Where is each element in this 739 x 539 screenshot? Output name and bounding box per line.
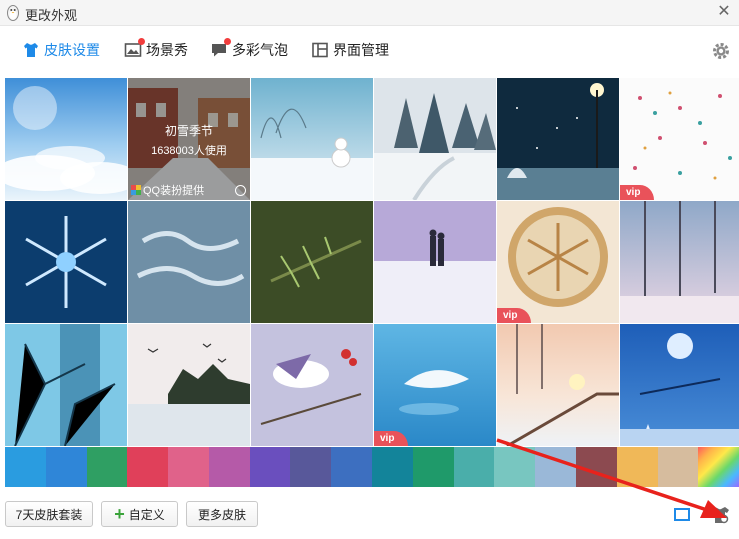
skin-user-count: 1638003人使用 [151, 145, 227, 157]
notification-dot [138, 38, 145, 45]
shirt-settings-icon[interactable] [709, 505, 731, 525]
tab-bar: 皮肤设置 场景秀 多彩气泡 界面管理 [0, 27, 739, 73]
color-swatch[interactable] [535, 447, 576, 487]
skin-name: 初雪季节 [164, 124, 213, 138]
plus-icon: + [114, 504, 125, 524]
color-swatch[interactable] [372, 447, 413, 487]
skin-tile-latte-snowflake[interactable]: vip [497, 201, 619, 323]
skin-tile-snowflake-pattern[interactable]: vip [620, 78, 739, 200]
seven-day-skin-button[interactable]: 7天皮肤套装 [5, 501, 93, 527]
skin-tile-snowy-pines[interactable] [374, 78, 496, 200]
tab-interface-management[interactable]: 界面管理 [311, 39, 389, 61]
shirt-icon [24, 43, 38, 57]
skin-tile-street-snow[interactable]: 初雪季节 1638003人使用 QQ装扮提供 [128, 78, 250, 200]
colorful-logo-icon [131, 185, 141, 195]
tab-colorful-bubbles[interactable]: 多彩气泡 [210, 38, 288, 61]
skin-tile-ice-snowflake[interactable] [5, 201, 127, 323]
skin-tile-snowy-bridge-sunset[interactable] [497, 324, 619, 446]
tab-label: 多彩气泡 [232, 42, 288, 58]
color-swatch[interactable] [208, 447, 250, 487]
color-swatch[interactable] [86, 447, 128, 487]
color-swatch[interactable] [616, 447, 658, 487]
color-swatch[interactable] [412, 447, 454, 487]
window-title: 更改外观 [25, 8, 78, 23]
tab-skin-settings[interactable]: 皮肤设置 [22, 39, 100, 61]
skin-tile-bird-on-branch[interactable] [251, 324, 373, 446]
skin-tile-merry-christmas-frost[interactable] [128, 201, 250, 323]
title-bar: 更改外观 ✕ [0, 0, 739, 26]
color-swatch[interactable] [494, 447, 536, 487]
color-swatch[interactable] [331, 447, 373, 487]
skin-tile-frozen-branches[interactable] [5, 324, 127, 446]
qq-penguin-icon [7, 5, 19, 21]
skin-tile-winter-trees-pink[interactable] [620, 201, 739, 323]
chat-bubble-icon [210, 38, 231, 59]
refresh-icon[interactable] [235, 185, 246, 196]
tab-scene-show[interactable]: 场景秀 [124, 38, 188, 61]
skin-tile-snowman[interactable] [251, 78, 373, 200]
skin-tile-night-snow-lamp[interactable] [497, 78, 619, 200]
color-swatch[interactable] [168, 447, 209, 487]
color-swatch[interactable] [290, 447, 332, 487]
custom-button[interactable]: + 自定义 [101, 501, 178, 527]
picture-icon [124, 38, 145, 59]
skin-tile-sky-clouds[interactable] [5, 78, 127, 200]
close-button[interactable]: ✕ [715, 3, 733, 21]
skin-tile-birds-lake[interactable] [128, 324, 250, 446]
bottom-bar: 7天皮肤套装 + 自定义 更多皮肤 [0, 490, 739, 539]
skin-provider: QQ装扮提供 [131, 182, 204, 198]
color-swatch[interactable] [698, 447, 739, 487]
skin-tile-feather-water[interactable]: vip [374, 324, 496, 446]
skin-grid: 初雪季节 1638003人使用 QQ装扮提供 vip vip vip [5, 78, 739, 447]
color-swatch[interactable] [249, 447, 291, 487]
color-swatch[interactable] [453, 447, 495, 487]
skin-tile-pine-branch[interactable] [251, 201, 373, 323]
tab-label: 场景秀 [146, 42, 188, 58]
window-icon[interactable] [674, 508, 690, 521]
tab-label: 皮肤设置 [44, 42, 100, 58]
notification-dot [224, 38, 231, 45]
more-skins-button[interactable]: 更多皮肤 [186, 501, 258, 527]
color-swatch[interactable] [127, 447, 169, 487]
layout-icon [312, 42, 328, 58]
color-palette [5, 447, 739, 487]
skin-tile-moon-reindeer[interactable] [620, 324, 739, 446]
color-swatch[interactable] [657, 447, 699, 487]
gear-icon[interactable] [711, 41, 731, 61]
color-swatch[interactable] [5, 447, 46, 487]
tab-label: 界面管理 [333, 42, 389, 58]
skin-tile-couple-walking-snow[interactable] [374, 201, 496, 323]
color-swatch[interactable] [575, 447, 617, 487]
color-swatch[interactable] [45, 447, 87, 487]
